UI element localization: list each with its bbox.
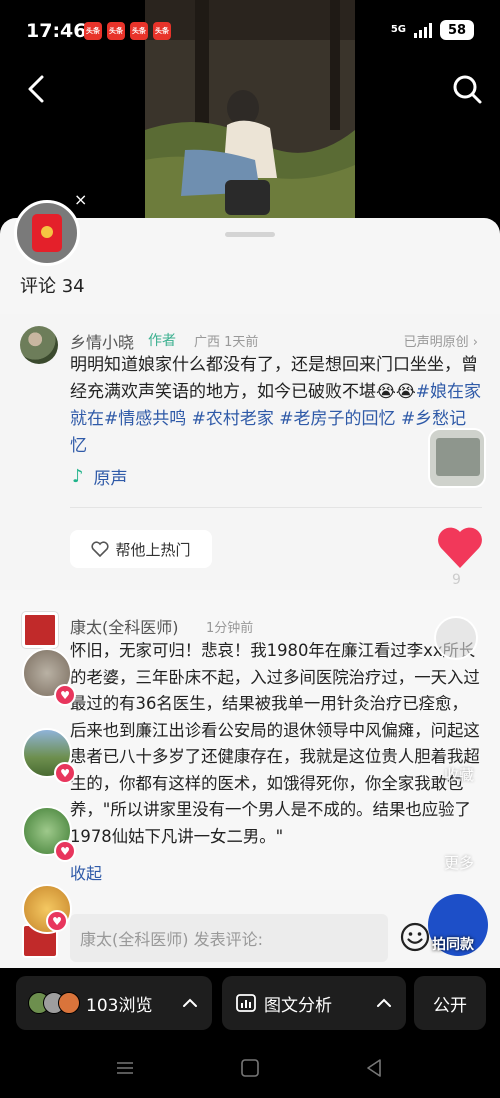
emoji-icon[interactable] (400, 922, 430, 952)
red-envelope-icon (32, 214, 62, 252)
bottom-toolbar: 103浏览 图文分析 公开 (0, 968, 500, 1038)
search-button[interactable] (450, 72, 484, 106)
author-tag: 作者 (148, 333, 176, 349)
heart-badge-icon: ♥ (54, 840, 76, 862)
red-packet-button[interactable] (14, 200, 80, 266)
author-name[interactable]: 乡情小晓 (70, 329, 134, 353)
close-icon[interactable]: × (74, 190, 87, 209)
network-label: 5G (390, 24, 406, 35)
search-icon (453, 75, 482, 104)
author-post: 乡情小晓 作者 广西 1天前 已声明原创 › 明明知道娘家什么都没有了，还是想回… (0, 314, 500, 590)
comment-item: 康太(全科医师) 1分钟前 怀旧，无家可归！悲哀！我1980年在廉江看过李xx所… (0, 590, 500, 890)
boost-label: 帮他上热门 (115, 540, 191, 559)
heart-badge-icon: ♥ (46, 910, 68, 932)
collect-label[interactable]: 收藏 (444, 764, 474, 785)
music-note-icon: ♪ (72, 466, 84, 487)
status-bar: 17:46 头条 头条 头条 头条 5G 58 (0, 0, 500, 64)
status-indicators: 5G 58 (391, 20, 474, 40)
viewer-avatars (28, 992, 80, 1014)
sound-link[interactable]: ♪ 原声 (72, 464, 128, 489)
system-nav-bar (0, 1038, 500, 1098)
post-text: 明明知道娘家什么都没有了，还是想回来门口坐坐，曾经充满欢声笑语的地方，如今已破败… (70, 352, 482, 460)
app-notification-icon: 头条 (107, 22, 125, 40)
public-button[interactable]: 公开 (414, 976, 486, 1030)
commenter-name[interactable]: 康太(全科医师) (70, 614, 179, 638)
analysis-label: 图文分析 (264, 995, 332, 1016)
chevron-up-icon (183, 998, 197, 1007)
boost-button[interactable]: 帮他上热门 (70, 530, 212, 568)
comment-input-bar: 康太(全科医师) 发表评论: (0, 900, 500, 968)
post-meta: 广西 1天前 (194, 335, 259, 350)
like-heart-icon[interactable] (436, 524, 484, 570)
comment-text: 怀旧，无家可归！悲哀！我1980年在廉江看过李xx所长的老婆，三年卧床不起，入过… (70, 641, 480, 846)
avatar[interactable] (22, 612, 58, 648)
floating-avatar[interactable] (434, 616, 478, 660)
avatar[interactable] (20, 326, 58, 364)
status-time: 17:46 (26, 20, 87, 42)
collapse-link[interactable]: 收起 (70, 860, 102, 884)
chart-icon (236, 994, 256, 1012)
home-icon[interactable] (240, 1058, 260, 1078)
chevron-left-icon (28, 75, 44, 103)
comment-time: 1分钟前 (206, 621, 254, 636)
emoji: 😭😭 (376, 382, 416, 402)
comment-count: 评论 34 (20, 276, 85, 297)
drag-handle[interactable] (225, 232, 275, 237)
notification-icons: 头条 头条 头条 头条 (84, 22, 171, 40)
comment-input[interactable]: 康太(全科医师) 发表评论: (70, 914, 388, 962)
back-triangle-icon[interactable] (364, 1058, 384, 1078)
views-label: 103浏览 (86, 995, 153, 1016)
original-declaration[interactable]: 已声明原创 › (404, 331, 478, 350)
back-button[interactable] (20, 72, 54, 106)
app-notification-icon: 头条 (153, 22, 171, 40)
divider (70, 507, 482, 508)
heart-outline-icon (91, 541, 110, 557)
heart-badge-icon: ♥ (54, 684, 76, 706)
sound-label: 原声 (93, 469, 128, 489)
like-count: 9 (452, 572, 461, 588)
more-label[interactable]: 更多 (444, 852, 474, 873)
battery-icon: 58 (440, 20, 474, 40)
same-style-label[interactable]: 拍同款 (432, 934, 474, 954)
views-button[interactable]: 103浏览 (16, 976, 212, 1030)
menu-icon[interactable] (115, 1058, 135, 1078)
signal-icon (414, 22, 432, 38)
analysis-button[interactable]: 图文分析 (222, 976, 406, 1030)
chevron-up-icon (377, 998, 391, 1007)
heart-badge-icon: ♥ (54, 762, 76, 784)
app-notification-icon: 头条 (130, 22, 148, 40)
app-notification-icon: 头条 (84, 22, 102, 40)
thumbnail-image[interactable] (428, 428, 486, 488)
